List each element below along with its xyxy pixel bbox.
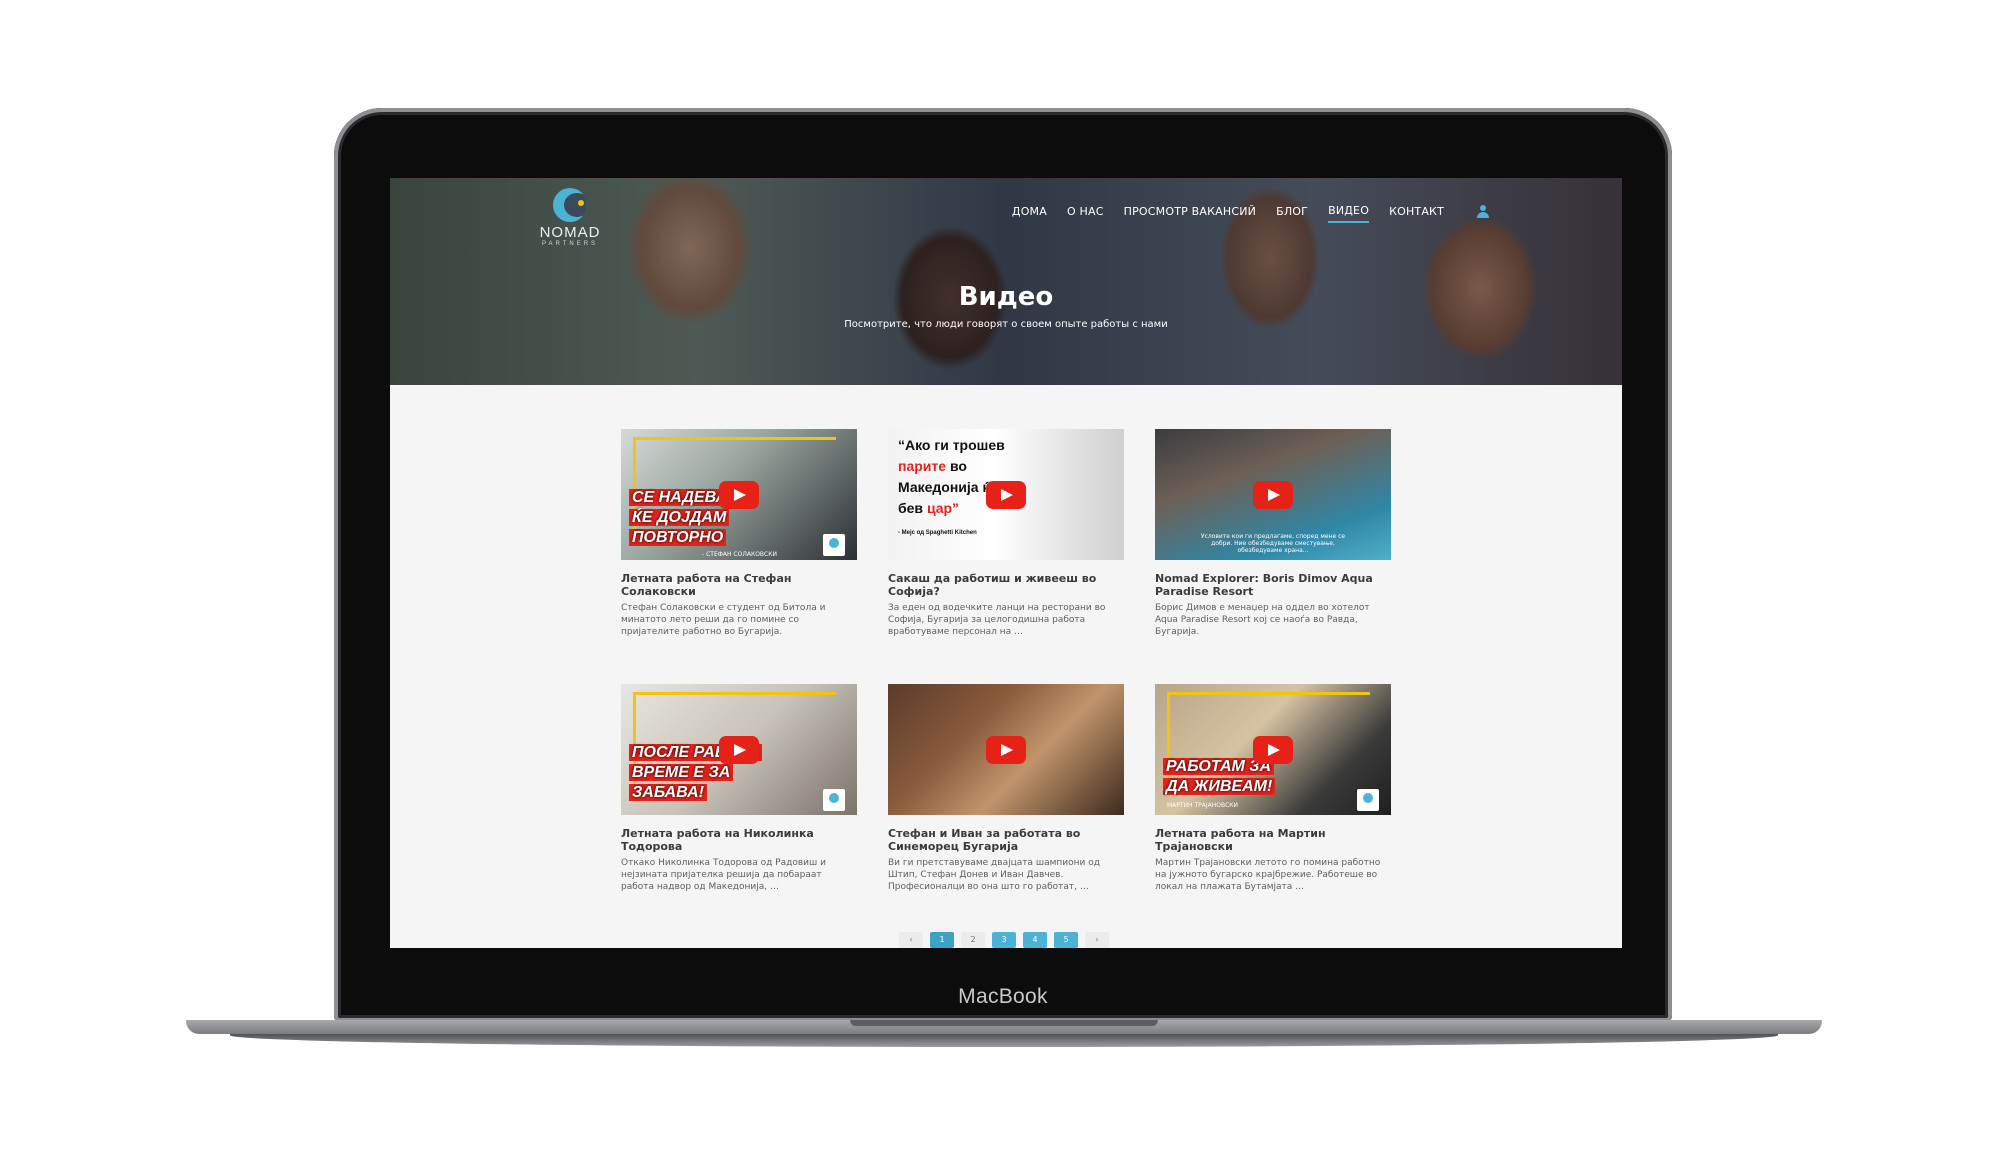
- video-card: Условите кои ги предлагаме, според мене …: [1155, 429, 1391, 684]
- video-title[interactable]: Стефан и Иван за работата во Синеморец Б…: [888, 827, 1124, 853]
- laptop-notch: [850, 1020, 1158, 1026]
- brand-badge-icon: [823, 534, 845, 556]
- user-icon[interactable]: [1476, 204, 1490, 219]
- pagination-prev[interactable]: ‹: [899, 932, 923, 948]
- thumbnail-credit: - СТЕФАН СОЛАКОВСКИ: [702, 551, 777, 558]
- nav-item-blog[interactable]: БЛОГ: [1276, 205, 1308, 222]
- pagination-page[interactable]: 2: [961, 932, 985, 948]
- video-title[interactable]: Nomad Explorer: Boris Dimov Aqua Paradis…: [1155, 572, 1391, 598]
- logo-sub: PARTNERS: [541, 241, 599, 247]
- nav-item-video[interactable]: ВИДЕО: [1328, 204, 1370, 223]
- video-description: Ви ги претставуваме двајцата шампиони од…: [888, 858, 1100, 892]
- video-thumbnail[interactable]: [888, 684, 1124, 815]
- laptop-base-shadow: [230, 1033, 1778, 1047]
- pagination-page[interactable]: 1: [930, 932, 954, 948]
- brand-badge-icon: [823, 789, 845, 811]
- video-description: За еден од водечките ланци на ресторани …: [888, 603, 1106, 637]
- video-description: Мартин Трајановски летото го помина рабо…: [1155, 858, 1381, 892]
- video-card: РАБОТАМ ЗА ДА ЖИВЕАМ! МАРТИН ТРАЈАНОВСКИ…: [1155, 684, 1391, 939]
- play-icon[interactable]: [1253, 480, 1293, 509]
- logo-word: NOMAD: [539, 224, 601, 241]
- video-description: Стефан Солаковски е студент од Битола и …: [621, 603, 826, 637]
- pagination-page[interactable]: 4: [1023, 932, 1047, 948]
- device-label: MacBook: [958, 985, 1048, 1008]
- hero-banner: NOMAD PARTNERS ДОМА О НАС ПРОСМОТР ВАКАН…: [390, 178, 1622, 385]
- video-thumbnail[interactable]: “Ако ги трошев парите во Македонија ќе б…: [888, 429, 1124, 560]
- play-icon[interactable]: [986, 735, 1026, 764]
- nav-item-contact[interactable]: КОНТАКТ: [1389, 205, 1444, 222]
- video-title[interactable]: Летната работа на Николинка Тодорова: [621, 827, 857, 853]
- video-thumbnail[interactable]: ПОСЛЕ РАБОТА ВРЕМЕ Е ЗА ЗАБАВА!: [621, 684, 857, 815]
- browser-screen: NOMAD PARTNERS ДОМА О НАС ПРОСМОТР ВАКАН…: [390, 178, 1622, 948]
- nav-item-vacancies[interactable]: ПРОСМОТР ВАКАНСИЙ: [1124, 205, 1256, 222]
- video-title[interactable]: Летната работа на Стефан Солаковски: [621, 572, 857, 598]
- video-description: Откако Николинка Тодорова од Радовиш и н…: [621, 858, 826, 892]
- page-title: Видео: [958, 282, 1054, 312]
- play-icon[interactable]: [986, 480, 1026, 509]
- pagination: ‹ 1 2 3 4 5 ›: [899, 932, 1109, 948]
- pagination-page[interactable]: 3: [992, 932, 1016, 948]
- video-card: Стефан и Иван за работата во Синеморец Б…: [888, 684, 1124, 939]
- brand-badge-icon: [1357, 789, 1379, 811]
- video-title[interactable]: Сакаш да работиш и живееш во Софија?: [888, 572, 1124, 598]
- video-thumbnail[interactable]: Условите кои ги предлагаме, според мене …: [1155, 429, 1391, 560]
- logo-icon: [553, 188, 587, 222]
- video-description: Борис Димов е менаџер на оддел во хотело…: [1155, 603, 1370, 637]
- video-card: ПОСЛЕ РАБОТА ВРЕМЕ Е ЗА ЗАБАВА! Летната …: [621, 684, 857, 939]
- site-logo[interactable]: NOMAD PARTNERS: [526, 188, 614, 252]
- page-subtitle: Посмотрите, что люди говорят о своем опы…: [844, 319, 1168, 330]
- pagination-page[interactable]: 5: [1054, 932, 1078, 948]
- thumbnail-credit: МАРТИН ТРАЈАНОВСКИ: [1167, 802, 1239, 809]
- main-nav: ДОМА О НАС ПРОСМОТР ВАКАНСИЙ БЛОГ ВИДЕО …: [1012, 204, 1490, 223]
- thumbnail-overlay-text: Условите кои ги предлагаме, според мене …: [1200, 533, 1346, 554]
- play-icon[interactable]: [1253, 735, 1293, 764]
- video-thumbnail[interactable]: РАБОТАМ ЗА ДА ЖИВЕАМ! МАРТИН ТРАЈАНОВСКИ: [1155, 684, 1391, 815]
- video-thumbnail[interactable]: СЕ НАДЕВАМ ЌЕ ДОЈДАМ ПОВТОРНО - СТЕФАН С…: [621, 429, 857, 560]
- play-icon[interactable]: [719, 480, 759, 509]
- nav-item-home[interactable]: ДОМА: [1012, 205, 1047, 222]
- pagination-next[interactable]: ›: [1085, 932, 1109, 948]
- video-grid: СЕ НАДЕВАМ ЌЕ ДОЈДАМ ПОВТОРНО - СТЕФАН С…: [621, 429, 1393, 939]
- play-icon[interactable]: [719, 735, 759, 764]
- video-card: “Ако ги трошев парите во Македонија ќе б…: [888, 429, 1124, 684]
- video-card: СЕ НАДЕВАМ ЌЕ ДОЈДАМ ПОВТОРНО - СТЕФАН С…: [621, 429, 857, 684]
- nav-item-about[interactable]: О НАС: [1067, 205, 1104, 222]
- video-title[interactable]: Летната работа на Мартин Трајановски: [1155, 827, 1391, 853]
